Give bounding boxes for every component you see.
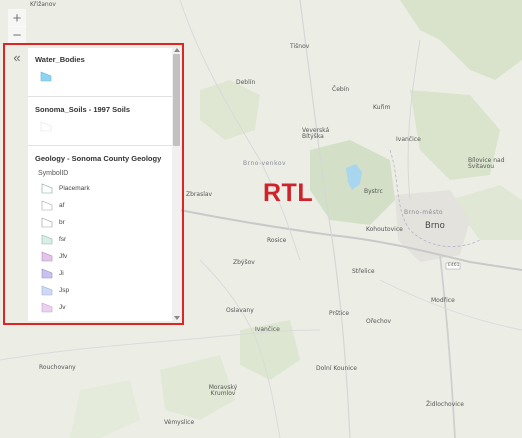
legend-swatch-icon: [41, 183, 53, 193]
legend-item-label: Ji: [59, 269, 64, 277]
legend-swatch-icon: [41, 217, 53, 227]
legend-panel: Water_Bodies Sonoma_Soils - 1997 Soils G…: [28, 48, 174, 321]
town-label: Bílovice nad Svitavou: [468, 157, 505, 170]
legend-item: af: [41, 198, 64, 212]
legend-item: Ji: [41, 266, 64, 280]
legend-swatch-icon: [41, 302, 53, 312]
collapse-legend-button[interactable]: «: [7, 48, 27, 66]
town-label: Brno: [425, 221, 445, 231]
soil-swatch: [40, 121, 52, 132]
legend-item: br: [41, 215, 65, 229]
town-label: Ivančice: [255, 326, 280, 333]
town-label: Ivančice: [396, 136, 421, 143]
town-label: Rosice: [267, 237, 287, 244]
layer-title: Sonoma_Soils - 1997 Soils: [35, 105, 131, 114]
town-label: Bystrc: [364, 188, 383, 195]
double-chevron-left-icon: «: [13, 49, 21, 65]
rtl-annotation: RTL: [263, 179, 314, 207]
water-swatch: [40, 71, 52, 82]
town-label: Vémyslice: [164, 419, 195, 426]
legend-item: Jfv: [41, 249, 67, 263]
town-label: Střelice: [352, 268, 375, 275]
town-label: Dolní Kounice: [316, 365, 357, 372]
town-label: Zbraslav: [186, 191, 213, 198]
legend-item-label: Jfv: [59, 252, 68, 260]
town-label: Čebín: [332, 86, 350, 93]
town-label: Brno-město: [404, 209, 443, 216]
legend-layer-soils: Sonoma_Soils - 1997 Soils: [28, 97, 173, 146]
legend-item: Jsp: [41, 283, 69, 297]
town-label: Modřice: [431, 297, 455, 304]
scroll-up-arrow-icon[interactable]: [173, 48, 180, 52]
legend-swatch-icon: [41, 285, 53, 295]
town-label: Prštice: [329, 310, 350, 317]
scroll-down-arrow-icon[interactable]: [173, 316, 180, 320]
legend-swatch-icon: [41, 268, 53, 278]
legend-item-label: br: [59, 218, 65, 226]
layer-title: Geology - Sonoma County Geology: [35, 154, 162, 163]
legend-item-label: af: [59, 201, 65, 209]
legend-item-label: Placemark: [59, 184, 90, 192]
town-label: Ořechov: [366, 318, 392, 325]
town-label: Kuřim: [373, 104, 391, 111]
zoom-out-button[interactable]: −: [8, 26, 26, 44]
legend-layer-geology: Geology - Sonoma County Geology SymbolID…: [28, 146, 173, 321]
town-label: Deblín: [236, 79, 256, 86]
town-label: Zbýšov: [233, 259, 255, 266]
legend-swatch-icon: [41, 234, 53, 244]
legend-item: fsr: [41, 232, 66, 246]
legend-swatch-icon: [41, 251, 53, 261]
town-label: Židlochovice: [426, 401, 464, 408]
legend-item: Jv: [41, 300, 66, 314]
town-label: Brno-venkov: [243, 160, 287, 167]
zoom-in-button[interactable]: +: [8, 9, 26, 27]
town-label: Veverská Bítýška: [302, 127, 330, 140]
town-label: Oslavany: [226, 307, 254, 314]
legend-layer-water-bodies: Water_Bodies: [28, 48, 173, 97]
field-label: SymbolID: [38, 170, 69, 177]
legend-item-label: Jv: [59, 303, 66, 311]
legend-item-label: Jsp: [59, 286, 70, 294]
scroll-thumb[interactable]: [173, 54, 180, 146]
legend-swatch-icon: [41, 200, 53, 210]
town-label: Tišnov: [290, 43, 310, 50]
road-shield-label: E461: [448, 263, 460, 268]
town-label: Kohoutovice: [366, 226, 403, 233]
layer-title: Water_Bodies: [35, 55, 85, 64]
legend-item-label: fsr: [59, 235, 67, 243]
legend-scrollbar[interactable]: [172, 48, 181, 321]
town-label: Křižanov: [30, 1, 56, 8]
legend-item: Placemark: [41, 181, 90, 195]
town-label: Moravský Krumlov: [208, 384, 238, 397]
town-label: Rouchovany: [39, 364, 76, 371]
